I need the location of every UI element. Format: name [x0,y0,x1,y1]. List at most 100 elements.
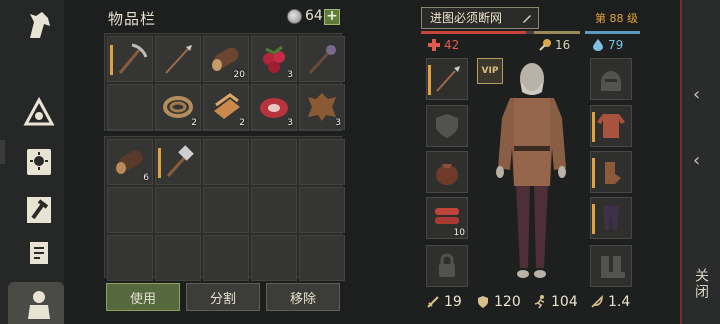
boots-slot[interactable] [590,245,632,287]
mace-icon [308,45,336,75]
gloves-slot[interactable] [590,151,632,193]
character-level: 第 88 级 [595,12,638,25]
split-button[interactable]: 分割 [186,283,260,311]
hammer-map-icon [27,197,51,223]
inventory-slot-empty[interactable] [203,139,249,185]
inventory-slot-log-bundle[interactable]: 6 [107,139,153,185]
water-stat: 79 [592,38,623,52]
item-count: 2 [239,118,245,128]
water-value: 79 [608,38,624,52]
item-count: 2 [191,118,197,128]
locked-slot[interactable] [426,245,468,287]
inventory-slot-hide[interactable]: 3 [299,84,345,130]
sun-book-icon [27,149,51,175]
close-button[interactable]: 关闭 [691,268,711,300]
spear-icon [436,66,460,92]
shield-slot[interactable] [426,105,468,147]
weapon-slot[interactable] [426,58,468,100]
inventory-slot-hammer[interactable] [155,139,201,185]
food-value: 16 [555,38,571,52]
meat-drumstick-icon [539,39,551,51]
gloves-icon [605,162,621,184]
leather-bag-icon [436,164,458,185]
bag-slot[interactable] [426,151,468,193]
health-stat: 42 [428,38,459,52]
item-count: 10 [453,228,465,238]
inventory-slot-meat[interactable]: 3 [251,84,297,130]
sword-icon [427,296,439,308]
edit-pencil-icon[interactable] [521,12,533,24]
inventory-slot-spear[interactable] [155,36,201,82]
food-stat: 16 [539,38,570,52]
attack-value: 19 [444,294,462,310]
right-side-rail: ‹ ‹ 关闭 [680,0,720,324]
inventory-slot-empty[interactable] [299,235,345,281]
inventory-slot-empty[interactable] [203,235,249,281]
tunic-icon [597,114,625,138]
inventory-slot-empty[interactable] [299,139,345,185]
inventory-slot-empty[interactable] [107,235,153,281]
character-model [496,63,566,278]
add-coins-button[interactable]: + [324,9,340,25]
inventory-slot-empty[interactable] [155,187,201,233]
inventory-title: 物品栏 [108,10,157,28]
use-button[interactable]: 使用 [106,283,180,311]
inventory-slot-empty[interactable] [155,235,201,281]
inventory-slot-empty[interactable] [251,187,297,233]
inventory-slot-empty[interactable] [107,187,153,233]
rail-edge-tab[interactable] [0,140,5,164]
collapse-arrow-icon[interactable]: ‹ [693,84,700,105]
hammer-icon [166,145,194,178]
shield-icon [436,114,458,138]
left-menu-rail [0,0,64,324]
chest-slot[interactable] [590,105,632,147]
health-value: 42 [444,38,460,52]
skills-menu-button[interactable] [18,140,60,182]
silver-coin-icon [287,9,302,24]
building-menu-button[interactable] [18,188,60,230]
inventory-slot-leather[interactable]: 2 [203,84,249,130]
expand-arrow-icon[interactable]: ‹ [693,150,700,171]
health-cross-icon [428,39,440,51]
inventory-slot-empty[interactable] [251,139,297,185]
pants-icon [603,206,619,230]
coin-count: 64 [305,8,323,24]
inventory-slot-log[interactable]: 20 [203,36,249,82]
inventory-slot-pickaxe[interactable] [107,36,153,82]
inventory-slot-empty[interactable] [203,187,249,233]
horse-menu-button[interactable] [18,4,60,46]
helmet-slot[interactable] [590,58,632,100]
pants-slot[interactable] [590,197,632,239]
inventory-slot-rope[interactable]: 2 [155,84,201,130]
scroll-icon [30,242,48,264]
inventory-slot-empty[interactable] [251,235,297,281]
helmet-icon [601,71,621,91]
inventory-slot-mace[interactable] [299,36,345,82]
character-menu-button[interactable] [18,283,60,324]
consumable-slot[interactable]: 10 [426,197,468,239]
water-bar [585,31,640,34]
lock-icon [439,253,455,277]
item-count: 3 [287,70,293,80]
speed-stat: 104 [533,294,578,310]
weight-stat: 1.4 [590,294,630,310]
inventory-slot-empty[interactable] [107,84,153,130]
item-count: 20 [233,70,245,80]
item-count: 6 [143,173,149,183]
food-bar [534,31,580,34]
remove-button[interactable]: 移除 [266,283,340,311]
triangle-emblem-icon [23,96,55,126]
weight-value: 1.4 [608,294,631,310]
character-name: 进图必须断网 [430,11,503,25]
boots-icon [601,256,625,278]
feather-icon [591,295,603,308]
speed-value: 104 [551,294,578,310]
inventory-slot-empty[interactable] [299,187,345,233]
shield-icon [478,296,488,308]
water-drop-icon [593,39,603,51]
inventory-slot-berries[interactable]: 3 [251,36,297,82]
character-name-field[interactable]: 进图必须断网 [421,7,539,29]
spear-icon [165,45,192,74]
crafting-menu-button[interactable] [18,92,60,134]
quest-menu-button[interactable] [18,232,60,274]
